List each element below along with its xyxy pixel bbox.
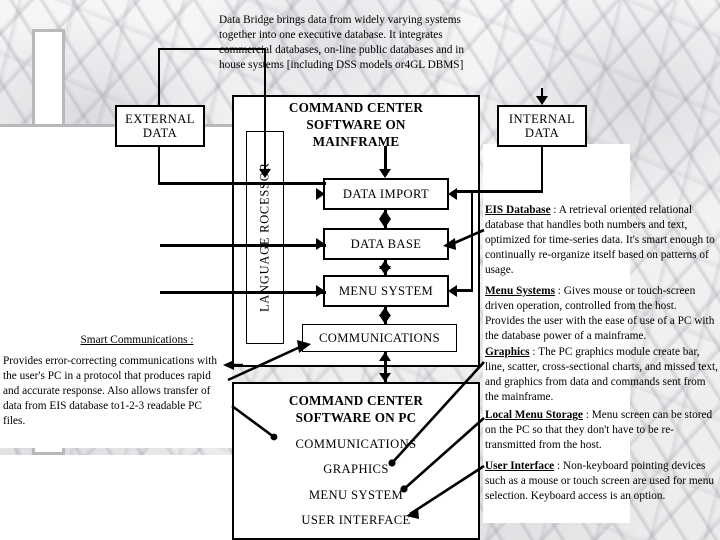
internal-data-label-line1: INTERNAL: [508, 111, 576, 126]
right-note-eis-database: EIS Database : A retrieval oriented rela…: [485, 203, 718, 278]
arrow-left-into-menu: [316, 285, 325, 297]
connector-external-bottom-h1: [158, 182, 326, 185]
right-note-menu-systems-heading: Menu Systems: [485, 285, 555, 297]
pc-item-user-interface[interactable]: USER INTERFACE: [240, 513, 472, 528]
bottom-band-panel: [0, 455, 232, 540]
connector-left-into-menu: [160, 291, 326, 294]
pc-item-menu-system[interactable]: MENU SYSTEM: [240, 488, 472, 503]
mainframe-title-line1: COMMAND CENTER: [288, 100, 424, 115]
arrow-comms-to-menu: [379, 307, 391, 316]
arrow-external-into-data-import: [316, 188, 325, 200]
communications-label: COMMUNICATIONS: [318, 330, 441, 345]
smart-communications-body-text: Provides error-correcting communications…: [3, 355, 218, 427]
arrow-internal-into-data-import: [448, 188, 457, 200]
internal-data-box[interactable]: INTERNAL DATA: [497, 105, 587, 147]
right-note-local-menu-storage: Local Menu Storage : Menu screen can be …: [485, 408, 718, 453]
right-note-user-interface: User Interface : Non-keyboard pointing d…: [485, 459, 718, 504]
connector-left-into-database: [160, 244, 326, 247]
communications-box[interactable]: COMMUNICATIONS: [302, 324, 457, 352]
external-data-box[interactable]: EXTERNAL DATA: [115, 105, 205, 147]
data-base-label: DATA BASE: [350, 236, 422, 251]
left-upper-panel: [0, 127, 232, 330]
right-note-local-menu-storage-heading: Local Menu Storage: [485, 409, 583, 421]
menu-system-label: MENU SYSTEM: [338, 283, 434, 298]
data-import-box[interactable]: DATA IMPORT: [323, 178, 449, 210]
right-note-local-menu-storage-sep: :: [582, 409, 592, 421]
right-note-eis-database-sep: :: [550, 204, 559, 216]
connector-external-bottom-vertical: [158, 147, 160, 184]
smart-communications-heading: Smart Communications :: [52, 334, 222, 346]
data-import-label: DATA IMPORT: [342, 186, 430, 201]
arrow-external-top-into-import: [259, 169, 271, 178]
external-data-label-line2: DATA: [142, 126, 178, 140]
arrow-right-rail-into-menu: [448, 285, 457, 297]
pc-title-line1: COMMAND CENTER: [288, 393, 424, 408]
connector-right-rail-into-menu: [456, 289, 473, 292]
pc-title-line2: SOFTWARE ON PC: [295, 409, 417, 425]
connector-external-top-horizontal: [158, 48, 266, 50]
right-note-menu-systems-sep: :: [554, 285, 564, 297]
arrow-database-to-import: [379, 210, 391, 219]
intro-paragraph: Data Bridge brings data from widely vary…: [219, 13, 469, 73]
right-note-user-interface-heading: User Interface: [485, 460, 555, 472]
connector-right-rail: [471, 192, 473, 292]
pc-title: COMMAND CENTER SOFTWARE ON PC: [240, 393, 472, 427]
connector-internal-horizontal: [456, 190, 543, 193]
arrow-comms-down-to-pc: [379, 373, 391, 382]
smart-communications-heading-text: Smart Communications: [80, 334, 188, 346]
smart-communications-body: Provides error-correcting communications…: [3, 354, 225, 429]
intro-text: Data Bridge brings data from widely vary…: [219, 14, 464, 72]
external-data-label-line1: EXTERNAL: [125, 111, 195, 126]
pc-item-communications[interactable]: COMMUNICATIONS: [240, 437, 472, 452]
arrow-menu-to-comms: [379, 315, 391, 324]
arrow-left-into-database: [316, 238, 325, 250]
arrow-mainframe-title-into-import: [379, 169, 391, 178]
internal-data-label-line2: DATA: [524, 126, 560, 140]
menu-system-box[interactable]: MENU SYSTEM: [323, 275, 449, 307]
pc-item-graphics[interactable]: GRAPHICS: [240, 462, 472, 477]
right-note-graphics: Graphics : The PC graphics module create…: [485, 345, 718, 405]
connector-internal-down: [541, 147, 543, 192]
slide-canvas: Data Bridge brings data from widely vary…: [0, 0, 720, 540]
right-note-menu-systems: Menu Systems : Gives mouse or touch-scre…: [485, 284, 718, 344]
arrow-pc-up-to-comms: [379, 352, 391, 361]
right-note-eis-database-heading: EIS Database: [485, 204, 551, 216]
arrow-menu-to-database: [379, 260, 391, 269]
arrow-import-to-database: [379, 219, 391, 228]
connector-external-top-down: [264, 48, 266, 172]
right-note-user-interface-sep: :: [554, 460, 563, 472]
smart-communications-heading-suffix: :: [187, 334, 194, 346]
right-note-graphics-heading: Graphics: [485, 346, 530, 358]
data-base-box[interactable]: DATA BASE: [323, 228, 449, 260]
connector-external-top-vertical: [158, 48, 160, 106]
arrow-into-internal-data: [536, 96, 548, 105]
right-note-graphics-sep: :: [529, 346, 539, 358]
